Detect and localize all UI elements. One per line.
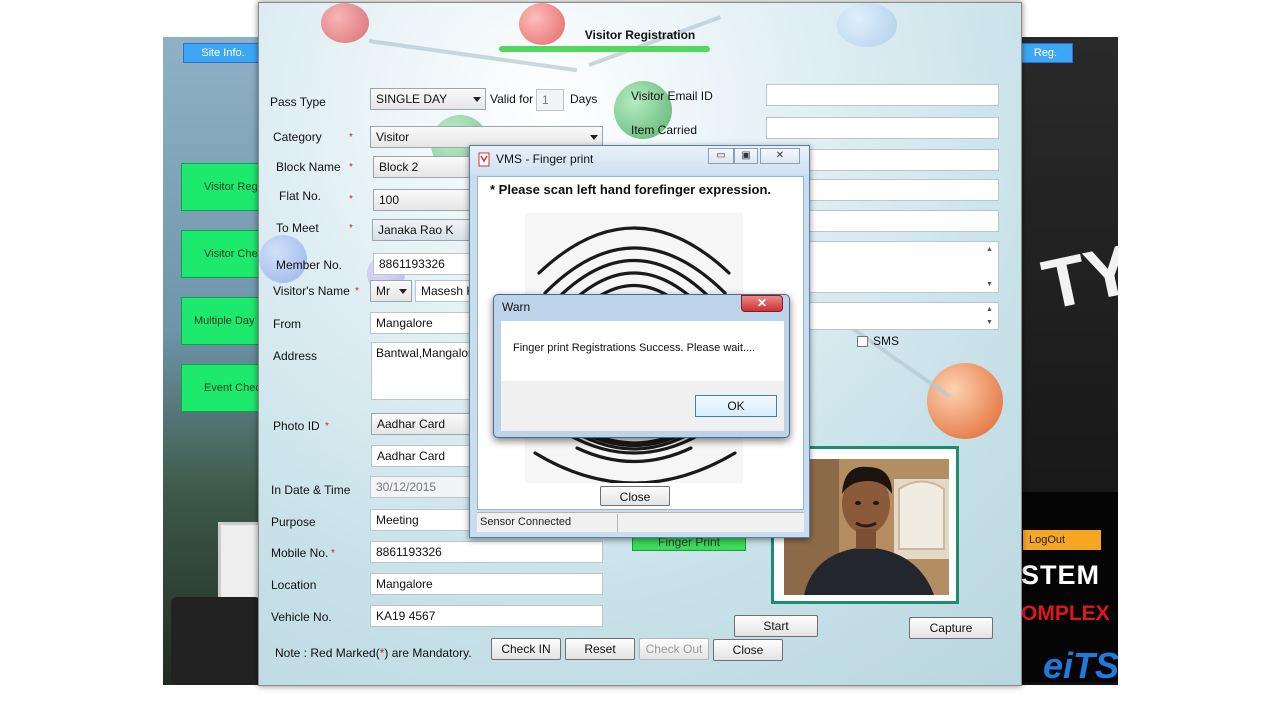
scrollbar[interactable]: ▲ ▼ (986, 305, 996, 327)
menu-visitor-registration[interactable]: Visitor Regi (181, 163, 261, 211)
check-out-button[interactable]: Check Out (639, 638, 709, 660)
menu-visitor-check[interactable]: Visitor Che (181, 230, 261, 278)
brand-text-line2: OMPLEX (1021, 602, 1110, 625)
required-mark: * (331, 548, 335, 559)
chevron-down-icon (590, 135, 598, 140)
valid-for-label: Valid for (490, 92, 534, 106)
pass-type-value: SINGLE DAY (376, 92, 448, 106)
status-divider (617, 514, 618, 532)
required-mark: * (355, 286, 359, 297)
warn-dialog: Warn ✕ Finger print Registrations Succes… (493, 294, 790, 438)
vehicle-label: Vehicle No. (271, 610, 332, 624)
address-textarea[interactable]: Bantwal,Mangalore (371, 342, 473, 400)
app-icon (478, 152, 490, 167)
email-label: Visitor Email ID (631, 89, 713, 103)
photo-id-select[interactable]: Aadhar Card (371, 413, 473, 435)
mobile-label: Mobile No. (271, 546, 329, 560)
photo-id-label: Photo ID (273, 419, 320, 433)
start-camera-button[interactable]: Start (734, 615, 818, 637)
menu-event-check[interactable]: Event Check (181, 364, 261, 412)
molecule-decoration (927, 363, 1003, 439)
flat-no-select[interactable]: 100 (373, 189, 473, 211)
member-no-label: Member No. (276, 258, 343, 272)
warn-message: Finger print Registrations Success. Plea… (513, 342, 756, 354)
item-carried-input[interactable] (766, 117, 999, 139)
close-button[interactable]: Close (713, 639, 783, 661)
chevron-down-icon (473, 97, 481, 102)
purpose-label: Purpose (271, 515, 316, 529)
from-input[interactable]: Mangalore (370, 312, 473, 334)
ok-button[interactable]: OK (695, 395, 777, 417)
salutation-value: Mr (376, 284, 390, 298)
required-mark: * (349, 132, 353, 143)
address-label: Address (273, 349, 318, 363)
days-label: Days (570, 92, 598, 106)
brand-text-line1: STEM (1021, 560, 1101, 590)
warn-dialog-title: Warn (502, 300, 531, 314)
location-label: Location (271, 578, 317, 592)
status-bar: Sensor Connected (477, 512, 804, 532)
reset-button[interactable]: Reset (565, 638, 635, 660)
in-date-input[interactable]: 30/12/2015 (370, 476, 473, 498)
fingerprint-close-button[interactable]: Close (600, 486, 670, 506)
mandatory-note: Note : Red Marked(*) are Mandatory. (275, 646, 472, 660)
location-input[interactable]: Mangalore (370, 573, 603, 595)
reg-tab[interactable]: Reg. (1018, 43, 1073, 63)
visitor-name-label: Visitor's Name (273, 284, 350, 298)
sms-label: SMS (873, 334, 900, 348)
vehicle-input[interactable]: KA19 4567 (370, 605, 603, 627)
scanner-image (171, 597, 261, 685)
menu-multiple-day[interactable]: Multiple Day (181, 297, 261, 345)
required-mark: * (349, 194, 353, 205)
valid-days-input[interactable]: 1 (536, 89, 564, 111)
minimize-icon[interactable]: ▭ (708, 148, 734, 164)
flat-no-label: Flat No. (279, 189, 322, 203)
warn-message-area: Finger print Registrations Success. Plea… (501, 321, 784, 381)
brand-logo-text: eiTS (1043, 645, 1118, 685)
block-name-select[interactable]: Block 2 (373, 156, 473, 178)
photo-id-number-input[interactable]: Aadhar Card (371, 445, 473, 467)
category-label: Category (273, 130, 322, 144)
fingerprint-dialog-titlebar[interactable]: VMS - Finger print ▭ ▣ ✕ (470, 146, 809, 174)
in-date-label: In Date & Time (271, 483, 351, 497)
maximize-icon[interactable]: ▣ (734, 148, 758, 164)
email-input[interactable] (766, 84, 999, 106)
scan-instruction: * Please scan left hand forefinger expre… (490, 182, 772, 197)
required-mark: * (349, 162, 353, 173)
site-info-tab[interactable]: Site Info. (183, 43, 263, 63)
required-mark: * (325, 421, 329, 432)
logout-button[interactable]: LogOut (1023, 530, 1101, 550)
to-meet-select[interactable]: Janaka Rao K (372, 219, 472, 241)
warn-button-area: OK (501, 381, 784, 431)
window-title: Visitor Registration (584, 28, 696, 42)
pass-type-select[interactable]: SINGLE DAY (370, 88, 486, 110)
fingerprint-dialog-title: VMS - Finger print (496, 152, 594, 166)
category-value: Visitor (376, 130, 410, 144)
required-mark: * (349, 223, 353, 234)
pass-type-label: Pass Type (270, 95, 326, 109)
to-meet-label: To Meet (276, 221, 319, 235)
item-carried-label: Item Carried (631, 123, 698, 137)
salutation-select[interactable]: Mr (370, 280, 412, 302)
capture-button[interactable]: Capture (909, 617, 993, 639)
check-in-button[interactable]: Check IN (491, 638, 561, 660)
close-icon[interactable]: ✕ (741, 295, 783, 312)
sensor-status: Sensor Connected (480, 516, 572, 528)
close-icon[interactable]: ✕ (760, 148, 800, 164)
title-underline (499, 46, 710, 52)
from-label: From (273, 317, 301, 331)
block-name-label: Block Name (276, 160, 341, 174)
chevron-down-icon (399, 289, 407, 294)
mobile-input[interactable]: 8861193326 (370, 541, 603, 563)
scrollbar[interactable]: ▲ ▼ (986, 244, 996, 290)
visitor-name-input[interactable]: Masesh K (415, 280, 473, 302)
sms-checkbox[interactable] (857, 336, 868, 347)
member-no-input[interactable]: 8861193326 (373, 253, 473, 275)
purpose-input[interactable]: Meeting (370, 509, 473, 531)
